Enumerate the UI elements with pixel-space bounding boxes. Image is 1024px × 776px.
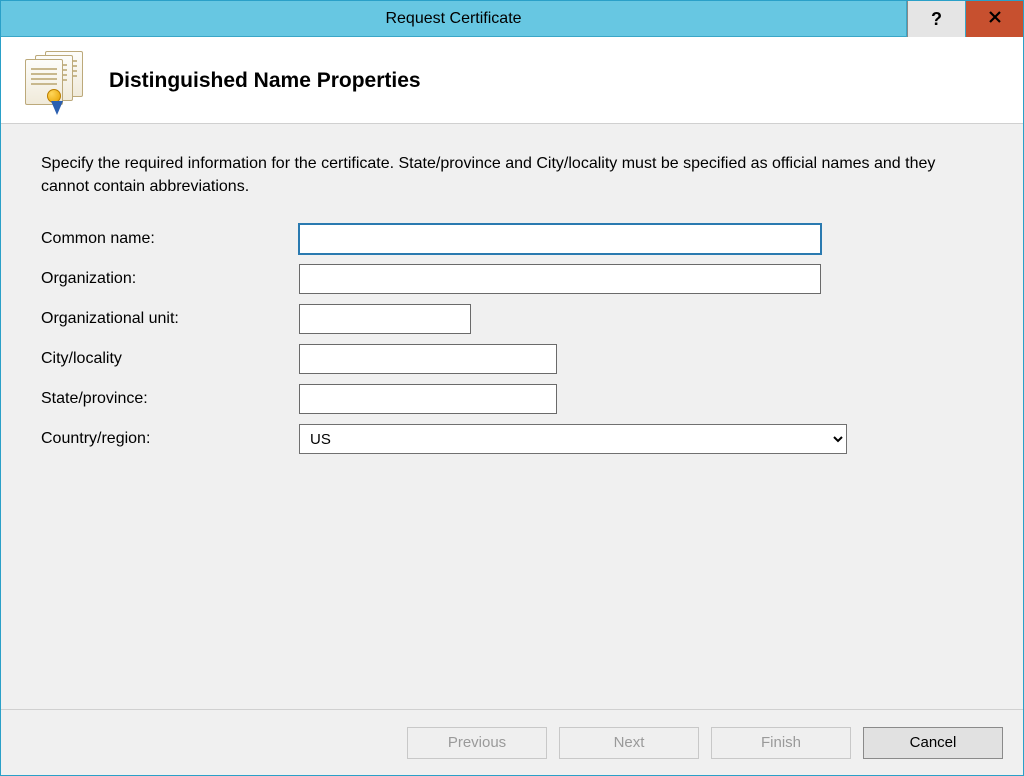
help-button[interactable]: ? xyxy=(907,1,965,37)
certificate-icon xyxy=(25,55,89,107)
cancel-button[interactable]: Cancel xyxy=(863,727,1003,759)
row-city-locality: City/locality xyxy=(41,344,983,374)
label-city-locality: City/locality xyxy=(41,350,299,368)
common-name-input[interactable] xyxy=(299,224,821,254)
organization-input[interactable] xyxy=(299,264,821,294)
state-province-input[interactable] xyxy=(299,384,557,414)
header-panel: Distinguished Name Properties xyxy=(1,37,1023,124)
label-state-province: State/province: xyxy=(41,390,299,408)
content-area: Specify the required information for the… xyxy=(1,124,1023,709)
country-region-select[interactable]: US xyxy=(299,424,847,454)
row-organization: Organization: xyxy=(41,264,983,294)
next-button[interactable]: Next xyxy=(559,727,699,759)
previous-button[interactable]: Previous xyxy=(407,727,547,759)
label-organizational-unit: Organizational unit: xyxy=(41,310,299,328)
city-locality-input[interactable] xyxy=(299,344,557,374)
titlebar-buttons: ? xyxy=(906,1,1023,36)
row-organizational-unit: Organizational unit: xyxy=(41,304,983,334)
label-organization: Organization: xyxy=(41,270,299,288)
label-common-name: Common name: xyxy=(41,230,299,248)
row-common-name: Common name: xyxy=(41,224,983,254)
organizational-unit-input[interactable] xyxy=(299,304,471,334)
dialog-window: Request Certificate ? Distinguished Name… xyxy=(0,0,1024,776)
help-icon: ? xyxy=(931,9,942,30)
row-country-region: Country/region: US xyxy=(41,424,983,454)
close-icon xyxy=(988,10,1002,29)
description-text: Specify the required information for the… xyxy=(41,152,961,198)
row-state-province: State/province: xyxy=(41,384,983,414)
finish-button[interactable]: Finish xyxy=(711,727,851,759)
label-country-region: Country/region: xyxy=(41,430,299,448)
page-title: Distinguished Name Properties xyxy=(109,69,421,93)
window-title: Request Certificate xyxy=(1,1,906,36)
button-bar: Previous Next Finish Cancel xyxy=(1,709,1023,775)
close-button[interactable] xyxy=(965,1,1023,37)
title-bar: Request Certificate ? xyxy=(1,1,1023,37)
